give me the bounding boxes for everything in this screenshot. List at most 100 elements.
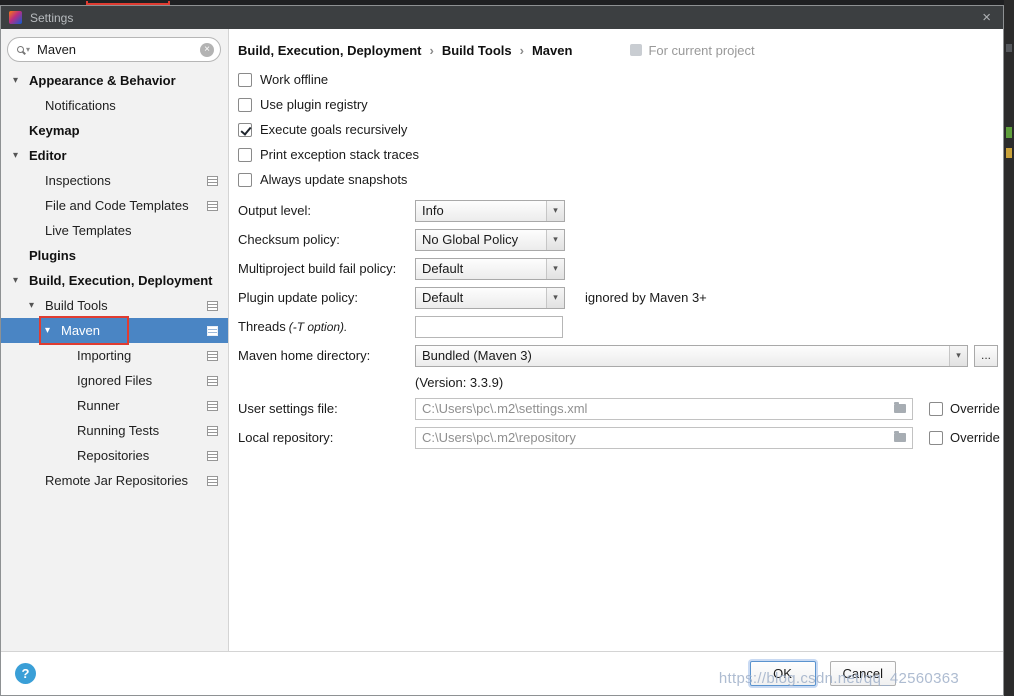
sidebar-item-keymap[interactable]: Keymap	[1, 118, 228, 143]
sidebar-item-inspections[interactable]: Inspections	[1, 168, 228, 193]
plugin-update-policy-note: ignored by Maven 3+	[585, 290, 707, 305]
threads-label: Threads (-T option).	[238, 319, 348, 334]
sidebar-item-plugins[interactable]: Plugins	[1, 243, 228, 268]
chevron-down-icon: ▾	[949, 345, 967, 366]
maven-home-row: Maven home directory: Bundled (Maven 3) …	[238, 341, 1003, 370]
sidebar-item-file-and-code-templates[interactable]: File and Code Templates	[1, 193, 228, 218]
dialog-footer: ? OK Cancel	[1, 651, 1003, 695]
checkbox-label: Execute goals recursively	[260, 122, 408, 137]
screen: Settings × ▾ Maven × ▾ Appearance & Behav…	[0, 0, 1014, 696]
sidebar-item-label: Maven	[61, 323, 101, 338]
sidebar-item-importing[interactable]: Importing	[1, 343, 228, 368]
search-input[interactable]: Maven	[37, 42, 76, 57]
threads-input[interactable]	[415, 315, 563, 338]
help-button[interactable]: ?	[15, 663, 36, 684]
browse-more-button[interactable]: ...	[974, 344, 998, 367]
settings-tree: ▾ Appearance & Behavior Notifications Keyma…	[1, 68, 228, 493]
checkbox-box[interactable]	[238, 72, 252, 87]
sidebar-item-ignored-files[interactable]: Ignored Files	[1, 368, 228, 393]
dialog-titlebar[interactable]: Settings ×	[1, 6, 1003, 29]
sidebar-item-label: Editor	[29, 148, 67, 163]
maven-version-row: (Version: 3.3.9)	[238, 370, 1003, 394]
multiproject-policy-row: Multiproject build fail policy: Default …	[238, 254, 1003, 283]
breadcrumb-separator: ›	[429, 42, 434, 58]
sidebar-item-label: Build Tools	[45, 298, 108, 313]
checksum-policy-label: Checksum policy:	[238, 232, 340, 247]
sidebar-item-remote-jar-repositories[interactable]: Remote Jar Repositories	[1, 468, 228, 493]
multiproject-policy-select[interactable]: Default ▾	[415, 257, 565, 280]
sidebar-item-notifications[interactable]: Notifications	[1, 93, 228, 118]
sidebar-item-running-tests[interactable]: Running Tests	[1, 418, 228, 443]
background-ide-edge	[1004, 0, 1014, 696]
checkbox-box[interactable]	[238, 147, 252, 162]
close-icon[interactable]: ×	[978, 10, 995, 25]
checkbox-row-use-plugin-registry[interactable]: Use plugin registry	[238, 92, 1003, 117]
plugin-update-policy-select[interactable]: Default ▾	[415, 286, 565, 309]
output-level-value: Info	[422, 203, 444, 218]
sidebar-item-label: Repositories	[77, 448, 150, 463]
folder-icon[interactable]	[894, 402, 906, 413]
chevron-down-icon[interactable]: ▾	[13, 75, 29, 86]
checkbox-row-execute-goals-recursively[interactable]: Execute goals recursively	[238, 117, 1003, 142]
breadcrumb: Build, Execution, Deployment › Build Too…	[238, 41, 1003, 59]
folder-icon[interactable]	[894, 431, 906, 442]
user-settings-value: C:\Users\pc\.m2\settings.xml	[422, 401, 588, 416]
breadcrumb-item-maven[interactable]: Maven	[532, 43, 572, 58]
user-settings-override-checkbox[interactable]: Override	[929, 401, 1000, 416]
ok-button[interactable]: OK	[749, 661, 816, 686]
settings-page-icon	[207, 350, 218, 361]
user-settings-input[interactable]: C:\Users\pc\.m2\settings.xml	[415, 397, 913, 420]
maven-settings-panel: Build, Execution, Deployment › Build Too…	[229, 29, 1003, 651]
local-repository-input[interactable]: C:\Users\pc\.m2\repository	[415, 426, 913, 449]
chevron-down-icon[interactable]: ▾	[45, 325, 61, 336]
checkbox-row-work-offline[interactable]: Work offline	[238, 67, 1003, 92]
chevron-down-icon[interactable]: ▾	[13, 275, 29, 286]
sidebar-item-label: Ignored Files	[77, 373, 153, 388]
checkbox-box[interactable]	[238, 97, 252, 112]
checksum-policy-value: No Global Policy	[422, 232, 519, 247]
intellij-logo-icon	[9, 11, 22, 24]
cancel-button[interactable]: Cancel	[829, 661, 896, 686]
sidebar-item-build-execution-deployment[interactable]: ▾ Build, Execution, Deployment	[1, 268, 228, 293]
user-settings-label: User settings file:	[238, 401, 338, 416]
local-repository-override-checkbox[interactable]: Override	[929, 430, 1000, 445]
sidebar-item-live-templates[interactable]: Live Templates	[1, 218, 228, 243]
sidebar-item-build-tools[interactable]: ▾ Build Tools	[1, 293, 228, 318]
checkbox-box[interactable]	[929, 401, 943, 416]
checkbox-row-always-update-snapshots[interactable]: Always update snapshots	[238, 167, 1003, 192]
override-label: Override	[950, 430, 1000, 445]
sidebar-item-editor[interactable]: ▾ Editor	[1, 143, 228, 168]
multiproject-policy-label: Multiproject build fail policy:	[238, 261, 397, 276]
settings-page-icon	[207, 400, 218, 411]
output-level-select[interactable]: Info ▾	[415, 199, 565, 222]
checkbox-box[interactable]	[929, 430, 943, 445]
sidebar-item-repositories[interactable]: Repositories	[1, 443, 228, 468]
checkbox-row-print-exception-stack-traces[interactable]: Print exception stack traces	[238, 142, 1003, 167]
checkbox-label: Work offline	[260, 72, 329, 87]
sidebar-item-label: Build, Execution, Deployment	[29, 273, 213, 288]
chevron-down-icon: ▾	[546, 258, 564, 279]
for-current-project-label: For current project	[648, 42, 755, 58]
checkbox-label: Always update snapshots	[260, 172, 408, 187]
sidebar-item-appearance-behavior[interactable]: ▾ Appearance & Behavior	[1, 68, 228, 93]
checksum-policy-select[interactable]: No Global Policy ▾	[415, 228, 565, 251]
clear-search-icon[interactable]: ×	[200, 42, 214, 57]
settings-page-icon	[207, 475, 218, 486]
breadcrumb-item-build-execution-deployment[interactable]: Build, Execution, Deployment	[238, 43, 421, 58]
current-project-icon	[630, 44, 643, 56]
chevron-down-icon: ▾	[546, 229, 564, 250]
background-fragment	[1006, 44, 1012, 52]
breadcrumb-item-build-tools[interactable]: Build Tools	[442, 43, 512, 58]
sidebar-item-runner[interactable]: Runner	[1, 393, 228, 418]
chevron-down-icon[interactable]: ▾	[13, 150, 29, 161]
chevron-down-icon[interactable]: ▾	[29, 300, 45, 311]
search-box[interactable]: ▾ Maven ×	[7, 37, 221, 62]
checkbox-box[interactable]	[238, 122, 252, 137]
maven-options-form: Output level: Info ▾ Checksum policy: No…	[238, 196, 1003, 452]
output-level-row: Output level: Info ▾	[238, 196, 1003, 225]
checkbox-box[interactable]	[238, 172, 252, 187]
maven-version-note: (Version: 3.3.9)	[415, 374, 504, 390]
sidebar-item-maven[interactable]: ▾ Maven	[1, 318, 228, 343]
dialog-content: ▾ Maven × ▾ Appearance & Behavior Notifica…	[1, 29, 1003, 651]
maven-home-select[interactable]: Bundled (Maven 3) ▾	[415, 344, 968, 367]
